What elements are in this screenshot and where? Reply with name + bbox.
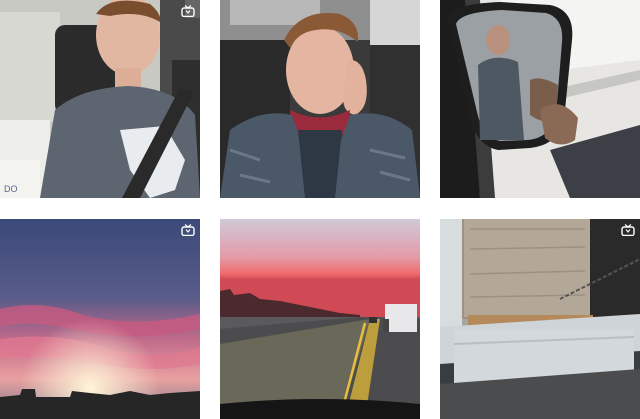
post-tile-1[interactable]: DO — [0, 0, 200, 198]
post-image-1: DO — [0, 0, 200, 198]
post-tile-2[interactable] — [220, 0, 420, 198]
post-tile-4[interactable] — [0, 219, 200, 419]
igtv-icon — [180, 4, 196, 18]
post-tile-3[interactable] — [440, 0, 640, 198]
post-tile-6[interactable] — [440, 219, 640, 419]
svg-text:DO: DO — [4, 184, 18, 194]
igtv-icon — [180, 223, 196, 237]
post-image-3 — [440, 0, 640, 198]
post-tile-5[interactable] — [220, 219, 420, 419]
post-image-6 — [440, 219, 640, 419]
post-image-2 — [220, 0, 420, 198]
post-image-4 — [0, 219, 200, 419]
post-image-5 — [220, 219, 420, 419]
igtv-icon — [620, 223, 636, 237]
